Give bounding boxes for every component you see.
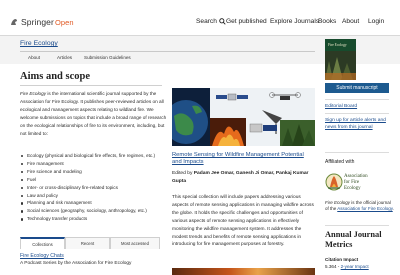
list-item: Planning and risk management [20,199,172,207]
next-collection-image[interactable] [172,268,315,275]
featured-collection-link[interactable]: Remote Sensing for Wildfire Management P… [172,152,315,167]
divider [325,152,389,153]
springer-open-logo[interactable]: SpringerOpen [9,16,74,28]
metrics-heading: Annual Journal Metrics [325,230,382,250]
citation-impact-value: 5.364 - 2-year Impact [325,264,369,269]
afe-logo-word-2: for Fire [344,180,360,185]
explore-journals-link[interactable]: Explore Journals [270,18,319,25]
login-link[interactable]: Login [368,18,384,25]
divider [325,225,389,226]
logo-text: SpringerOpen [21,17,74,27]
tab-submission-guidelines[interactable]: Submission Guidelines [84,55,131,60]
list-item: Fuel [20,176,172,184]
editorial-board-link[interactable]: Editorial Board [325,104,357,111]
affiliated-heading: Affiliated with [325,159,355,165]
tab-collections[interactable]: Collections [20,237,65,249]
list-item: Inter- or cross-disciplinary fire-relate… [20,184,172,192]
afe-logo-word-1: Association [344,174,368,179]
topics-list: Ecology (physical and biological fire ef… [20,152,172,223]
tab-articles[interactable]: Articles [57,55,72,60]
citation-impact-label: Citation Impact [325,257,359,262]
journal-name-em: Fire Ecology [20,91,47,96]
afe-logo[interactable]: Association for Fire Ecology [325,168,370,197]
content-tabs: Collections Recent Most accessed [20,237,160,249]
about-link[interactable]: About [342,18,359,25]
get-published-link[interactable]: Get published [226,18,267,25]
afe-link[interactable]: Association for Fire Ecology [337,206,392,211]
submit-manuscript-button[interactable]: Submit manuscript [325,83,389,93]
divider [325,99,389,100]
list-item: Ecology (physical and biological fire ef… [20,152,172,160]
list-item: Fire science and modeling [20,168,172,176]
collage-illustration [172,88,315,146]
divider [20,85,162,86]
aims-intro: Fire Ecology is the international scient… [20,91,167,136]
affiliation-text: Fire Ecology is the official journal of … [325,200,394,212]
chats-description: A Podcast Series by the Association for … [20,261,132,266]
list-item: Law and policy [20,192,172,200]
springer-horse-icon [11,19,17,25]
journal-title-link[interactable]: Fire Ecology [20,40,58,47]
tab-recent[interactable]: Recent [65,237,110,249]
list-item: Social sciences (geography, sociology, a… [20,207,172,215]
two-year-impact-link[interactable]: 2-year Impact [341,264,369,269]
afe-logo-word-3: Ecology [344,186,361,191]
fire-ecology-chats-link[interactable]: Fire Ecology Chats [20,253,64,259]
article-alerts-link[interactable]: Sign up for article alerts and news from… [325,118,395,131]
search-link[interactable]: Search [196,18,226,25]
aims-heading: Aims and scope [20,71,91,82]
cover-title: Fire Ecology [328,43,347,47]
journal-cover-image[interactable]: Fire Ecology [325,39,356,80]
afe-logo-image: Association for Fire Ecology [325,173,368,191]
search-icon [219,18,226,25]
collection-image[interactable] [172,88,315,146]
tab-most-accessed[interactable]: Most accessed [110,237,160,249]
books-link[interactable]: Books [318,18,336,25]
site-header: SpringerOpen Search Get published Explor… [0,0,400,36]
tab-about[interactable]: About [28,55,40,60]
divider [20,51,315,52]
divider [325,113,389,114]
collection-description: This special collection will include pap… [172,195,314,248]
collection-editors: Edited by Padam Jee Omar, Ganesh Ji Omar… [172,171,309,184]
list-item: Fire management [20,160,172,168]
list-item: Technology transfer products [20,215,172,223]
